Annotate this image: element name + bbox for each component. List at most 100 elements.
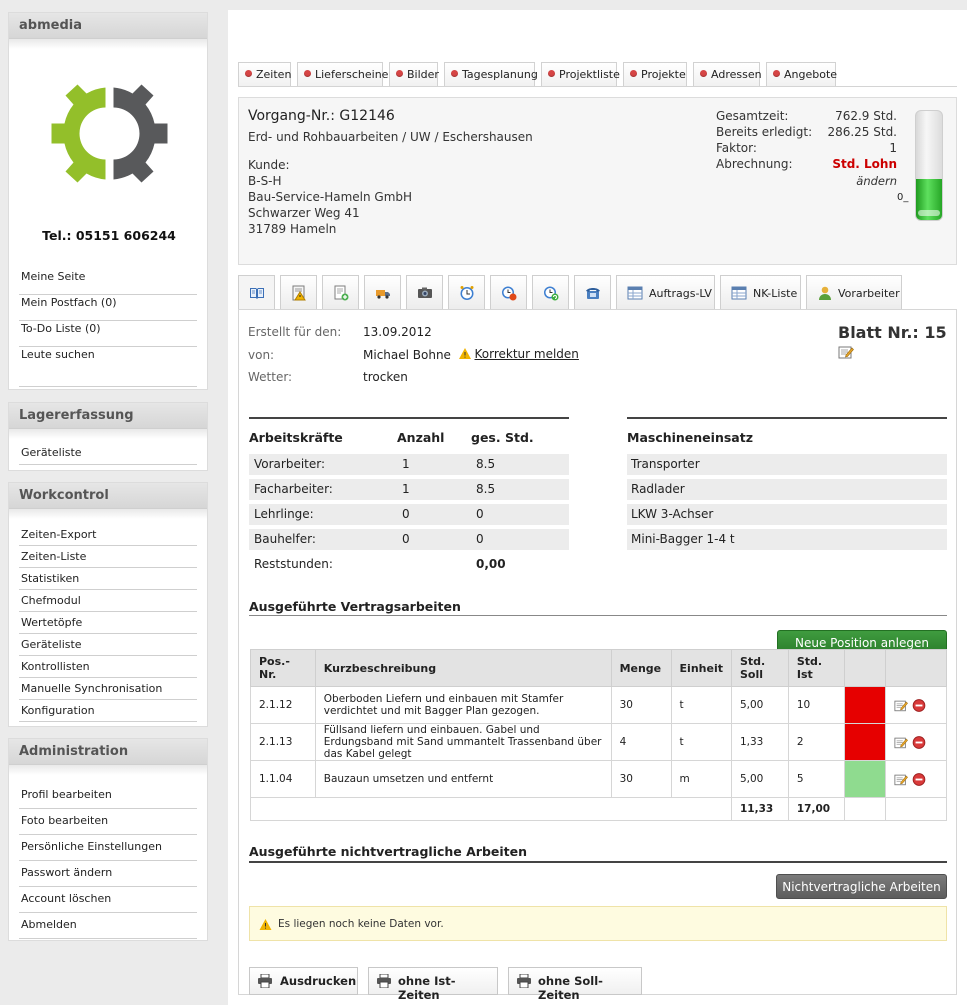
sidebar-link-chefmodul[interactable]: Chefmodul bbox=[19, 590, 197, 612]
korrektur-melden-link[interactable]: Korrektur melden bbox=[459, 347, 579, 361]
printer-icon bbox=[258, 974, 272, 988]
col-soll: Std. Soll bbox=[730, 649, 789, 687]
nav-tab-zeiten[interactable]: Zeiten bbox=[238, 62, 291, 86]
table-row: Facharbeiter: 1 8.5 bbox=[249, 479, 569, 500]
delete-icon[interactable] bbox=[912, 772, 926, 786]
col-kurzbeschreibung: Kurzbeschreibung bbox=[314, 649, 612, 687]
sidebar-link-einstellungen[interactable]: Persönliche Einstellungen bbox=[19, 835, 197, 861]
ausdrucken-button[interactable]: Ausdrucken bbox=[249, 967, 358, 995]
nav-tab-projekte[interactable]: Projekte bbox=[623, 62, 687, 86]
edit-icon[interactable] bbox=[894, 736, 909, 749]
nav-tab-lieferscheine[interactable]: Lieferscheine bbox=[297, 62, 388, 86]
col-einheit: Einheit bbox=[670, 649, 732, 687]
progress-gauge bbox=[915, 110, 943, 221]
sidebar-link-profil[interactable]: Profil bearbeiten bbox=[19, 783, 197, 809]
book-icon bbox=[250, 288, 264, 299]
vorgang-subtitle: Erd- und Rohbauarbeiten / UW / Eschersha… bbox=[248, 130, 533, 144]
sidebar-link-geraeteliste[interactable]: Geräteliste bbox=[19, 634, 197, 656]
tab-warning-doc[interactable] bbox=[280, 275, 317, 310]
edit-icon[interactable] bbox=[838, 345, 854, 359]
table-icon bbox=[627, 286, 643, 300]
col-menge: Menge bbox=[610, 649, 672, 687]
vorgang-title: Vorgang-Nr.: G12146 bbox=[248, 108, 395, 124]
tab-auftrags-lv[interactable]: Auftrags-LV bbox=[616, 275, 715, 310]
clock-stop-icon bbox=[502, 286, 517, 301]
sidebar-link-todo[interactable]: To-Do Liste (0) bbox=[19, 321, 197, 347]
workcontrol-title: Workcontrol bbox=[9, 483, 207, 509]
abrechnung-aendern-link[interactable]: ändern bbox=[797, 174, 897, 188]
tab-vorarbeiter[interactable]: Vorarbeiter bbox=[806, 275, 902, 310]
table-row: 1.1.04 Bauzaun umsetzen und entfernt 30 … bbox=[250, 760, 947, 798]
sidebar-lager-box: Lagererfassung Geräteliste bbox=[8, 402, 208, 471]
list-item: LKW 3-Achser bbox=[627, 504, 947, 525]
red-dot-icon bbox=[548, 70, 555, 77]
nav-tab-projektliste[interactable]: Projektliste bbox=[541, 62, 620, 86]
nav-tab-tagesplanung[interactable]: Tagesplanung bbox=[444, 62, 538, 86]
tab-book[interactable] bbox=[238, 275, 275, 310]
tab-auftrags-lv-label: Auftrags-LV bbox=[649, 287, 712, 300]
arbeitskraefte-header: Arbeitskräfte bbox=[249, 430, 343, 445]
vertrag-table: Pos.-Nr. Kurzbeschreibung Menge Einheit … bbox=[250, 649, 947, 821]
red-dot-icon bbox=[245, 70, 252, 77]
kunde-line-1: B-S-H bbox=[248, 174, 282, 188]
sidebar-link-geraeteliste-lager[interactable]: Geräteliste bbox=[19, 444, 197, 465]
sidebar-admin-box: Administration Profil bearbeiten Foto be… bbox=[8, 738, 208, 941]
tab-camera[interactable] bbox=[406, 275, 443, 310]
tab-clock-stop[interactable] bbox=[490, 275, 527, 310]
tab-nk-liste[interactable]: NK-Liste bbox=[720, 275, 801, 310]
list-item: Transporter bbox=[627, 454, 947, 475]
sidebar-link-foto[interactable]: Foto bearbeiten bbox=[19, 809, 197, 835]
edit-icon[interactable] bbox=[894, 699, 909, 712]
sidebar-link-postfach[interactable]: Mein Postfach (0) bbox=[19, 295, 197, 321]
col-ist: Std. Ist bbox=[787, 649, 845, 687]
wetter-value: trocken bbox=[363, 370, 408, 384]
anzahl-header: Anzahl bbox=[397, 430, 445, 445]
red-dot-icon bbox=[773, 70, 780, 77]
nav-tab-bilder[interactable]: Bilder bbox=[389, 62, 439, 86]
sidebar-link-leute-suchen[interactable]: Leute suchen bbox=[19, 347, 197, 387]
sidebar-link-statistiken[interactable]: Statistiken bbox=[19, 568, 197, 590]
sidebar-link-kontrollisten[interactable]: Kontrollisten bbox=[19, 656, 197, 678]
delete-icon[interactable] bbox=[912, 735, 926, 749]
red-dot-icon bbox=[700, 70, 707, 77]
sidebar-profile-box: abmedia Tel.: 05151 606244 Meine Seite M… bbox=[8, 12, 208, 390]
sidebar-link-wertetoepfe[interactable]: Wertetöpfe bbox=[19, 612, 197, 634]
sum-soll: 11,33 bbox=[730, 797, 789, 821]
truck-icon bbox=[376, 290, 390, 299]
sidebar-link-synchronisation[interactable]: Manuelle Synchronisation bbox=[19, 678, 197, 700]
sidebar-link-zeiten-export[interactable]: Zeiten-Export bbox=[19, 524, 197, 546]
sidebar-link-account-loeschen[interactable]: Account löschen bbox=[19, 887, 197, 913]
gear-logo-icon bbox=[51, 75, 168, 192]
sidebar-link-meine-seite[interactable]: Meine Seite bbox=[19, 269, 197, 295]
tab-add-doc[interactable] bbox=[322, 275, 359, 310]
gesamtzeit-label: Gesamtzeit: bbox=[716, 109, 789, 123]
vorgang-info-box: Vorgang-Nr.: G12146 Erd- und Rohbauarbei… bbox=[238, 97, 957, 265]
sidebar-link-zeiten-liste[interactable]: Zeiten-Liste bbox=[19, 546, 197, 568]
kunde-line-2: Bau-Service-Hameln GmbH bbox=[248, 190, 413, 204]
ohne-soll-zeiten-button[interactable]: ohne Soll-Zeiten bbox=[508, 967, 642, 1002]
phone-number: Tel.: 05151 606244 bbox=[42, 228, 176, 243]
tab-vorarbeiter-label: Vorarbeiter bbox=[838, 287, 900, 300]
ohne-ist-zeiten-button[interactable]: ohne Ist-Zeiten bbox=[368, 967, 498, 1002]
table-row: Bauhelfer: 0 0 bbox=[249, 529, 569, 550]
sidebar-link-abmelden[interactable]: Abmelden bbox=[19, 913, 197, 939]
status-cell bbox=[843, 723, 887, 761]
tab-nk-liste-label: NK-Liste bbox=[753, 287, 798, 300]
sum-row: 11,33 17,00 bbox=[250, 797, 947, 821]
sidebar-link-konfiguration[interactable]: Konfiguration bbox=[19, 700, 197, 722]
tab-truck[interactable] bbox=[364, 275, 401, 310]
delete-icon[interactable] bbox=[912, 698, 926, 712]
warning-icon bbox=[459, 348, 471, 359]
blatt-nummer: Blatt Nr.: 15 bbox=[838, 323, 947, 342]
edit-icon[interactable] bbox=[894, 773, 909, 786]
tab-phone[interactable] bbox=[574, 275, 611, 310]
main-panel: Zeiten Lieferscheine Bilder Tagesplanung… bbox=[228, 10, 967, 1005]
gesamtzeit-value: 762.9 Std. bbox=[835, 109, 897, 123]
nichtvertragliche-arbeiten-button[interactable]: Nichtvertragliche Arbeiten bbox=[776, 874, 947, 899]
clock-refresh-icon bbox=[544, 286, 559, 301]
nav-tab-angebote[interactable]: Angebote bbox=[766, 62, 837, 86]
tab-clock[interactable] bbox=[448, 275, 485, 310]
sidebar-link-passwort[interactable]: Passwort ändern bbox=[19, 861, 197, 887]
tab-clock-refresh[interactable] bbox=[532, 275, 569, 310]
nav-tab-adressen[interactable]: Adressen bbox=[693, 62, 762, 86]
